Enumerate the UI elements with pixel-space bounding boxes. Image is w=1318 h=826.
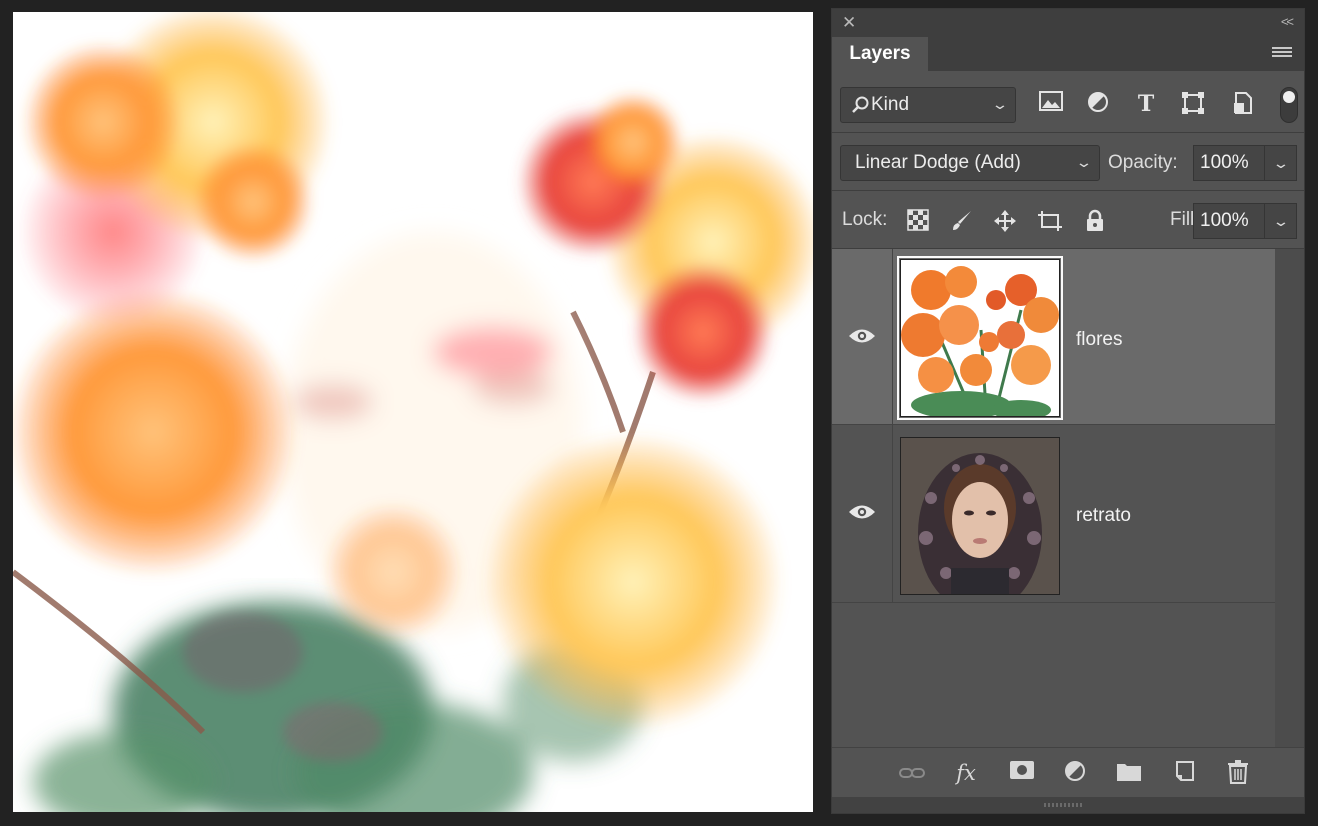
chevron-down-icon: ⌄	[1271, 213, 1290, 229]
layers-scrollbar[interactable]	[1275, 249, 1304, 747]
adjustment-filter-icon[interactable]	[1085, 91, 1111, 117]
delete-icon[interactable]	[1224, 760, 1252, 786]
type-filter-icon[interactable]: T	[1133, 91, 1159, 117]
filter-toggle[interactable]	[1280, 87, 1298, 123]
blend-mode-select[interactable]: Linear Dodge (Add) ⌄	[840, 145, 1100, 181]
opacity-label: Opacity:	[1108, 152, 1178, 173]
panel-title-bar: ✕ <<	[832, 9, 1304, 37]
close-panel-icon[interactable]: ✕	[842, 13, 856, 33]
opacity-dropdown[interactable]: ⌄	[1265, 145, 1297, 181]
chevron-down-icon: ⌄	[991, 96, 1009, 112]
layers-panel: ✕ << Layers Kind ⌄ T Linear Dodge (Add) …	[831, 8, 1305, 814]
layer-name[interactable]: flores	[1076, 329, 1122, 351]
tab-layers[interactable]: Layers	[832, 37, 928, 71]
new-adjustment-icon[interactable]	[1061, 760, 1089, 786]
fill-input[interactable]: 100%	[1193, 203, 1265, 239]
add-mask-icon[interactable]	[1008, 760, 1036, 786]
eye-icon	[849, 505, 875, 519]
layer-row-flores[interactable]: flores	[832, 249, 1275, 425]
lock-label: Lock:	[842, 209, 888, 230]
filter-row: Kind ⌄ T	[832, 71, 1304, 133]
chevron-down-icon: ⌄	[1271, 155, 1290, 171]
lock-all-icon[interactable]	[1082, 209, 1108, 233]
panel-resize-grip[interactable]	[832, 797, 1304, 813]
layer-name[interactable]: retrato	[1076, 505, 1131, 527]
smart-object-filter-icon[interactable]	[1230, 91, 1256, 117]
new-group-icon[interactable]	[1115, 760, 1143, 786]
roses-thumbnail-image	[901, 260, 1059, 416]
eye-icon	[849, 329, 875, 343]
link-layers-icon[interactable]	[898, 760, 926, 786]
document-canvas[interactable]	[13, 12, 813, 812]
image-filter-icon[interactable]	[1038, 91, 1064, 117]
visibility-toggle[interactable]	[832, 249, 893, 424]
blend-row: Linear Dodge (Add) ⌄ Opacity: 100% ⌄	[832, 133, 1304, 191]
blend-mode-value: Linear Dodge (Add)	[855, 152, 1021, 173]
kind-filter-label: Kind	[871, 94, 910, 115]
layer-row-retrato[interactable]: retrato	[832, 425, 1275, 603]
canvas-image	[13, 12, 813, 812]
lock-row: Lock: Fill: 100% ⌄	[832, 191, 1304, 249]
fill-dropdown[interactable]: ⌄	[1265, 203, 1297, 239]
layer-thumbnail-flores[interactable]	[897, 256, 1063, 420]
layer-thumbnail-retrato[interactable]	[900, 437, 1060, 595]
lock-image-pixels-icon[interactable]	[949, 209, 975, 233]
new-layer-icon[interactable]	[1170, 760, 1198, 786]
chevron-down-icon: ⌄	[1075, 154, 1093, 170]
opacity-input[interactable]: 100%	[1193, 145, 1265, 181]
fx-icon[interactable]: fx	[952, 760, 980, 786]
portrait-thumbnail-image	[901, 438, 1059, 594]
panel-tab-strip: Layers	[832, 37, 1304, 71]
panel-bottom-toolbar: fx	[832, 747, 1304, 798]
search-icon	[851, 88, 871, 133]
visibility-toggle[interactable]	[832, 425, 893, 602]
shape-filter-icon[interactable]	[1180, 91, 1206, 117]
panel-menu-icon[interactable]	[1272, 47, 1292, 61]
lock-transparent-pixels-icon[interactable]	[905, 209, 931, 233]
kind-filter-select[interactable]: Kind ⌄	[840, 87, 1016, 123]
collapse-panel-icon[interactable]: <<	[1281, 14, 1294, 29]
lock-artboard-icon[interactable]	[1037, 209, 1063, 233]
lock-position-icon[interactable]	[992, 209, 1018, 233]
